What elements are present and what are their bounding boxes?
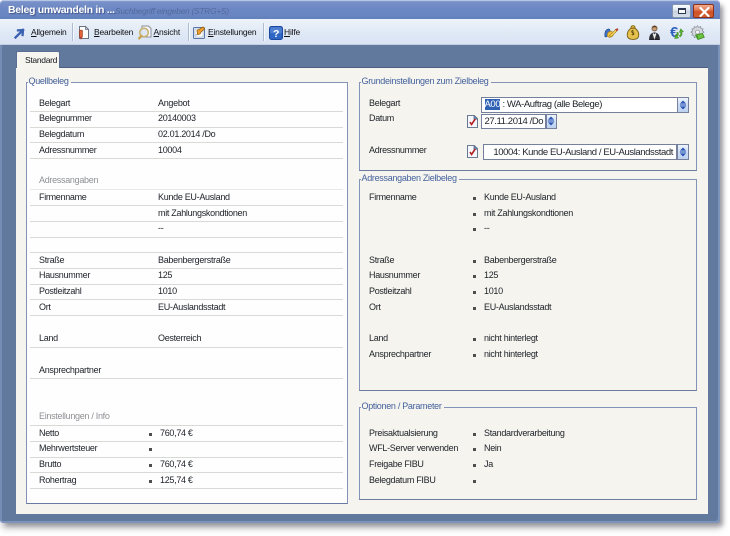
svg-text:?: ?	[272, 28, 278, 40]
